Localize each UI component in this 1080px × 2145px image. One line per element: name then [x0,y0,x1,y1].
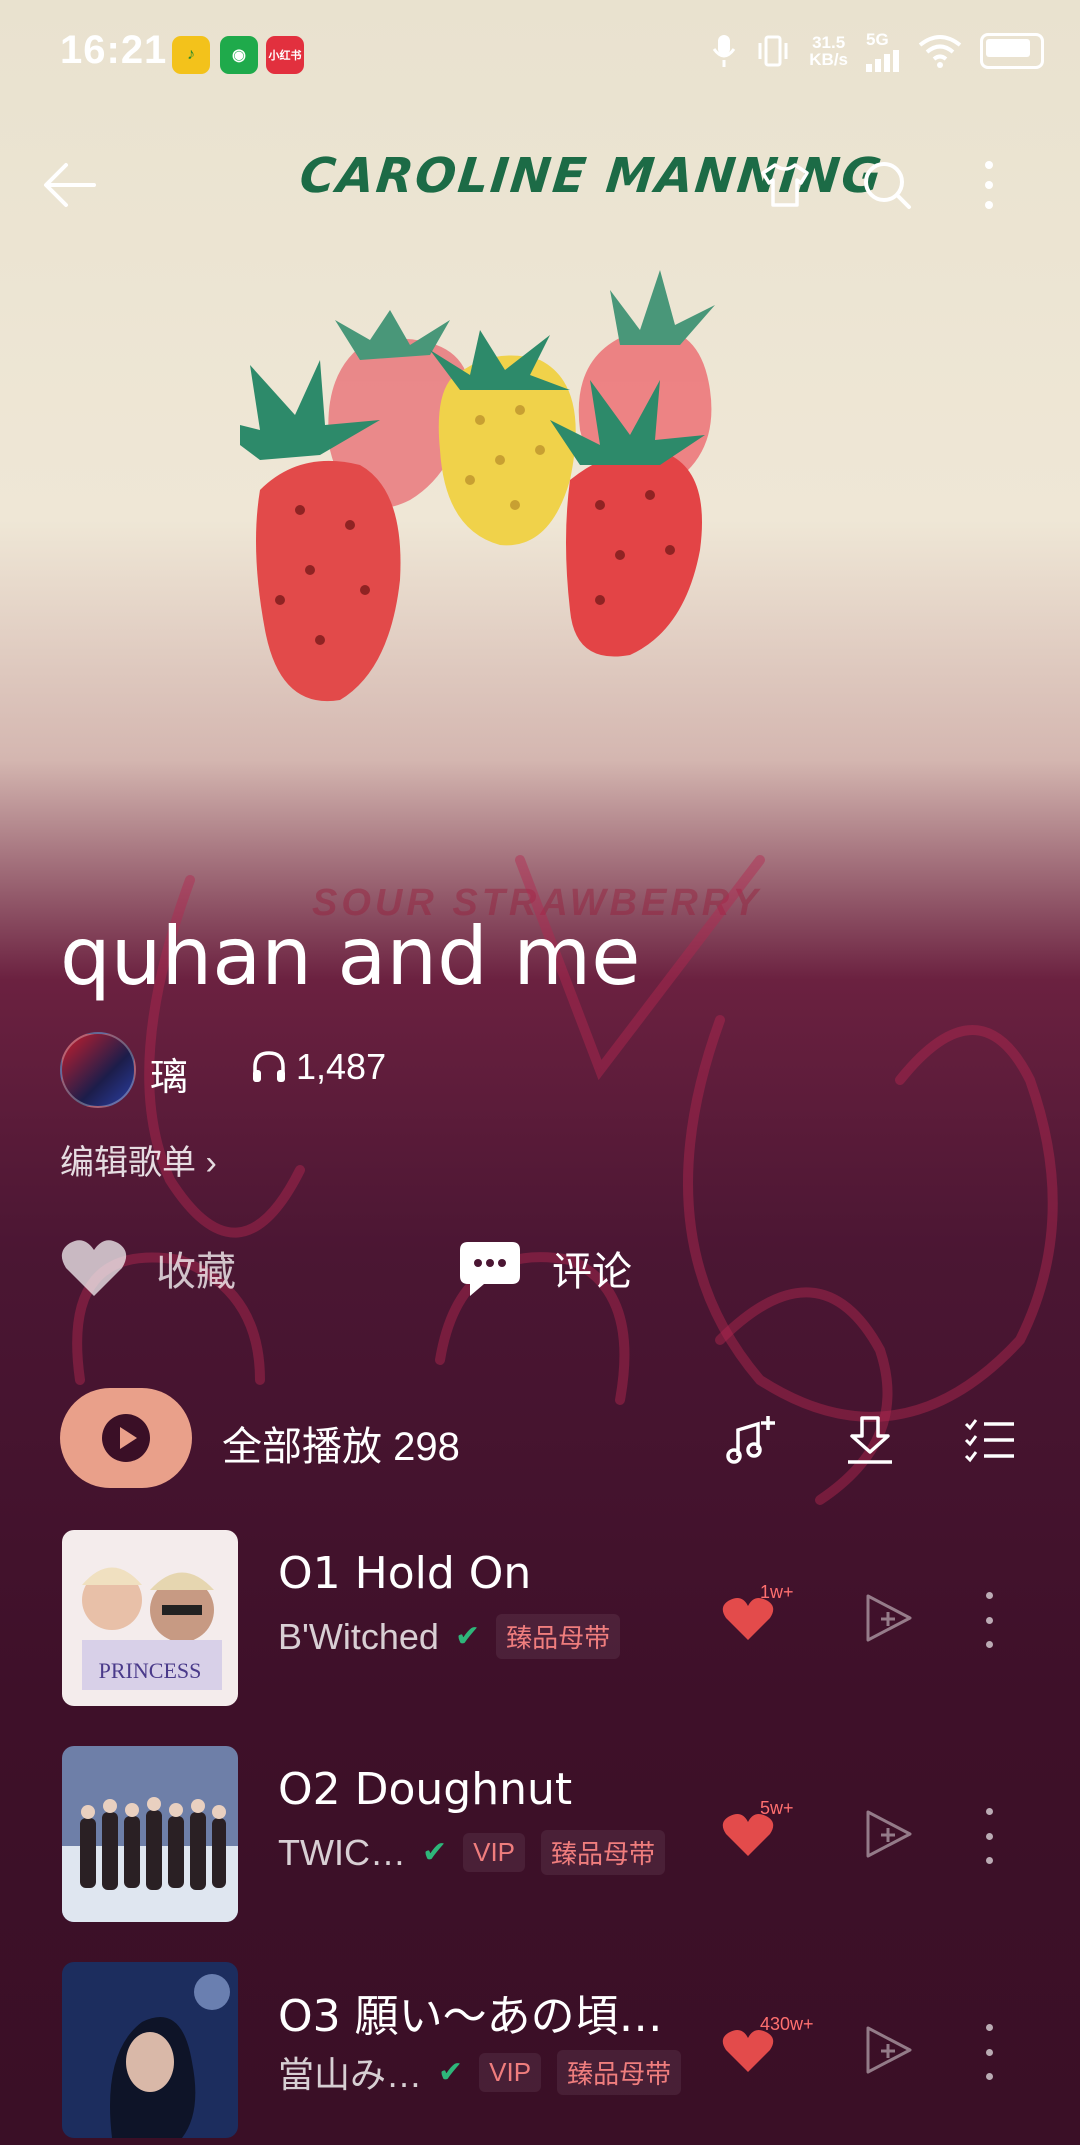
song-row[interactable]: PRINCESS O1 Hold On B'Witched ✔ 臻品母带 1w+ [0,1530,1080,1706]
playlist-title: quhan and me [60,910,641,1003]
add-to-playlist-icon[interactable] [862,2022,918,2078]
playlist-cover-art [240,270,715,702]
song-thumbnail [62,1962,238,2138]
status-time: 16:21 [60,28,168,72]
network-speed: 31.5 KB/s [809,34,848,68]
song-row[interactable]: O2 Doughnut TWIC… ✔ VIP 臻品母带 5w+ [0,1746,1080,1922]
vip-tag: VIP [463,1833,526,1872]
verified-check-icon: ✔ [421,1836,448,1869]
song-more-button[interactable] [974,1808,1004,1864]
add-to-playlist-icon[interactable] [862,1590,918,1646]
net-speed-value: 31.5 [812,33,846,52]
song-meta: TWIC… ✔ VIP 臻品母带 [278,1830,666,1875]
reading-app-icon: ♪ [172,36,210,74]
favorite-label: 收藏 [156,1250,236,1294]
more-menu-button[interactable] [954,150,1024,220]
back-arrow-icon [44,163,96,207]
comment-label: 评论 [552,1250,632,1294]
play-all-button[interactable] [60,1388,192,1488]
chevron-right-icon: › [205,1144,217,1182]
play-all-text: 全部播放 [222,1425,382,1469]
wechat-icon: ◉ [220,36,258,74]
like-count: 1w+ [760,1582,794,1602]
download-button[interactable] [840,1410,900,1470]
song-more-button[interactable] [974,2024,1004,2080]
quality-tag: 臻品母带 [541,1830,666,1875]
song-title: O3 願い～あの頃… [278,1991,663,2042]
skin-button[interactable] [750,150,820,220]
comment-bubble-icon [460,1242,520,1296]
song-count: 298 [393,1425,460,1469]
song-artist: 當山み… [278,2054,423,2095]
download-icon [848,1416,892,1464]
song-row[interactable]: O3 願い～あの頃… 當山み… ✔ VIP 臻品母带 430w+ [0,1962,1080,2138]
network-type: 5G [866,30,889,49]
search-icon [864,162,911,209]
owner-name[interactable]: 璃 [150,1046,188,1101]
verified-check-icon: ✔ [438,2055,464,2089]
like-count: 430w+ [760,2014,814,2034]
listen-count: 1,487 [250,1046,386,1088]
more-vertical-icon [985,161,993,209]
song-title: O1 Hold On [278,1548,532,1599]
vibrate-icon [758,35,788,67]
edit-playlist-label: 编辑歌单 [60,1144,196,1182]
wifi-icon [918,35,962,68]
net-speed-unit: KB/s [809,50,848,69]
search-button[interactable] [852,150,922,220]
multi-select-button[interactable] [960,1410,1020,1470]
signal-icon [866,50,899,72]
owner-avatar[interactable] [60,1032,136,1108]
edit-playlist-link[interactable]: 编辑歌单 › [60,1135,217,1184]
play-all-label[interactable]: 全部播放 298 [222,1414,460,1472]
song-meta: 當山み… ✔ VIP 臻品母带 [278,2046,682,2098]
vip-tag: VIP [479,2052,542,2092]
headphones-icon [253,1051,285,1082]
tshirt-icon [761,163,809,207]
battery-icon [980,33,1044,69]
favorite-button[interactable]: 收藏 [60,1238,236,1298]
svg-text:PRINCESS: PRINCESS [99,1658,202,1683]
listen-count-value: 1,487 [296,1046,387,1087]
quality-tag: 臻品母带 [496,1614,621,1659]
comment-button[interactable]: 评论 [458,1238,632,1298]
add-to-queue-button[interactable] [722,1410,782,1470]
xiaohongshu-icon: 小红书 [266,36,304,74]
heart-icon [61,1240,127,1296]
status-indicators: 31.5 KB/s 5G [711,30,1044,72]
verified-check-icon: ✔ [454,1620,481,1653]
status-bar: 16:21 ♪ ◉ 小红书 31.5 KB/s 5G [0,0,1080,110]
song-thumbnail: PRINCESS [62,1530,238,1706]
checklist-icon [964,1419,1014,1463]
song-artist: B'Witched [278,1615,439,1657]
song-thumbnail [62,1746,238,1922]
song-meta: B'Witched ✔ 臻品母带 [278,1614,621,1659]
mic-icon [713,35,736,67]
song-artist: TWIC… [278,1831,406,1873]
quality-tag: 臻品母带 [557,2049,682,2095]
song-more-button[interactable] [974,1592,1004,1648]
back-button[interactable] [36,150,106,220]
play-icon [102,1414,150,1462]
song-title: O2 Doughnut [278,1764,573,1815]
like-count: 5w+ [760,1798,794,1818]
add-to-playlist-icon[interactable] [862,1806,918,1862]
music-note-plus-icon [726,1416,775,1464]
